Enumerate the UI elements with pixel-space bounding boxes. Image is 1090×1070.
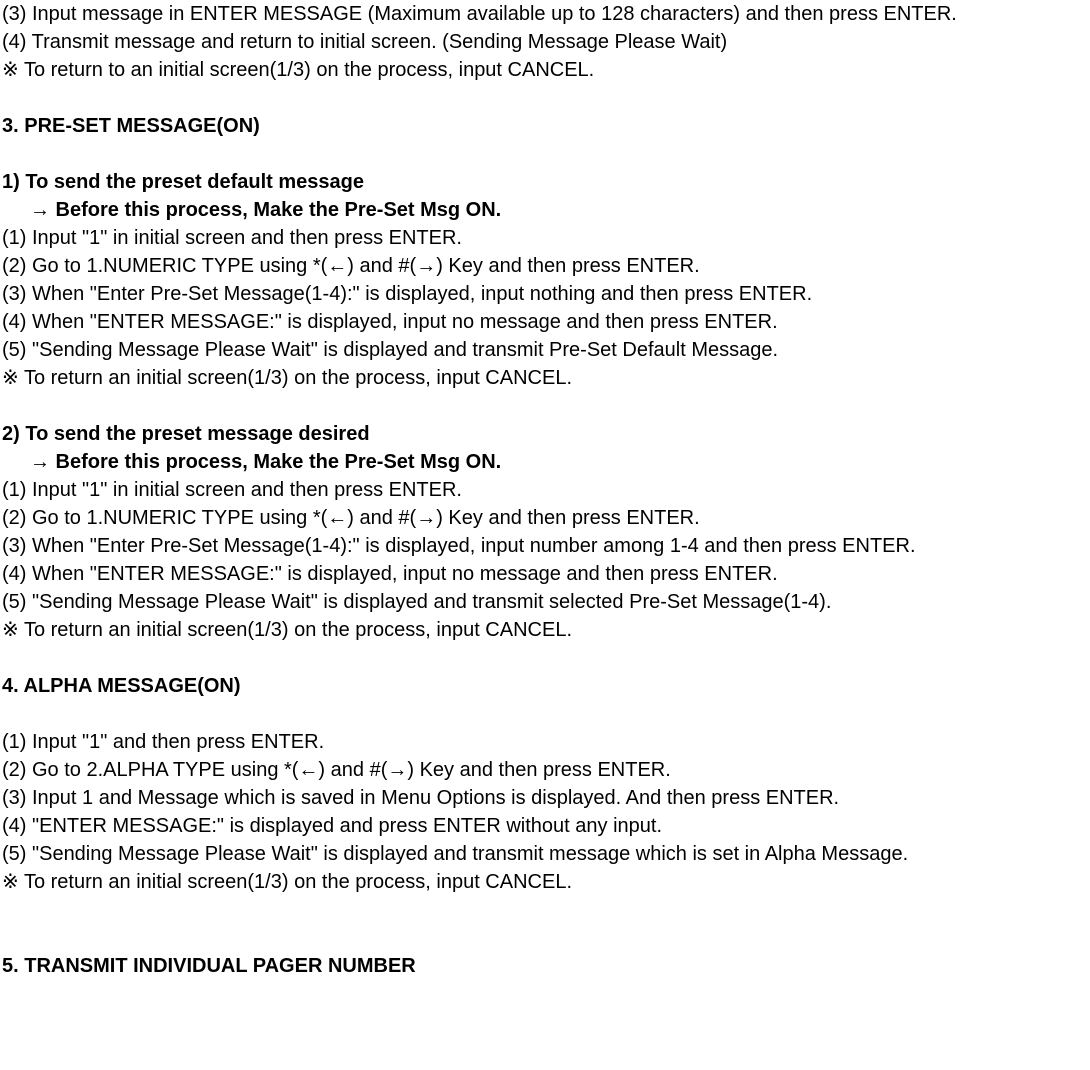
section-3-sub1-cancel-note: ※ To return an initial screen(1/3) on th… xyxy=(0,364,1090,392)
spacer xyxy=(0,392,1090,420)
section-3-sub2-step-5: (5) "Sending Message Please Wait" is dis… xyxy=(0,588,1090,616)
section-4-step-2: (2) Go to 2.ALPHA TYPE using *(←) and #(… xyxy=(0,756,1090,784)
section-3-sub1-step-5: (5) "Sending Message Please Wait" is dis… xyxy=(0,336,1090,364)
section-4-step-4: (4) "ENTER MESSAGE:" is displayed and pr… xyxy=(0,812,1090,840)
section-3-sub1-title: 1) To send the preset default message xyxy=(0,168,1090,196)
spacer xyxy=(0,924,1090,952)
section-4-heading: 4. ALPHA MESSAGE(ON) xyxy=(0,672,1090,700)
section-3-sub2-cancel-note: ※ To return an initial screen(1/3) on th… xyxy=(0,616,1090,644)
spacer xyxy=(0,140,1090,168)
section-3-sub1-step-2: (2) Go to 1.NUMERIC TYPE using *(←) and … xyxy=(0,252,1090,280)
section-3-sub2-title: 2) To send the preset message desired xyxy=(0,420,1090,448)
section-3-sub2-step-4: (4) When "ENTER MESSAGE:" is displayed, … xyxy=(0,560,1090,588)
section-3-sub1-step-3: (3) When "Enter Pre-Set Message(1-4):" i… xyxy=(0,280,1090,308)
spacer xyxy=(0,896,1090,924)
section-4-step-1: (1) Input "1" and then press ENTER. xyxy=(0,728,1090,756)
spacer xyxy=(0,644,1090,672)
document-page: (3) Input message in ENTER MESSAGE (Maxi… xyxy=(0,0,1090,1070)
section-4-step-3: (3) Input 1 and Message which is saved i… xyxy=(0,784,1090,812)
prelude-step-4: (4) Transmit message and return to initi… xyxy=(0,28,1090,56)
prelude-cancel-note: ※ To return to an initial screen(1/3) on… xyxy=(0,56,1090,84)
section-3-heading: 3. PRE-SET MESSAGE(ON) xyxy=(0,112,1090,140)
prelude-step-3: (3) Input message in ENTER MESSAGE (Maxi… xyxy=(0,0,1090,28)
section-3-sub2-step-1: (1) Input "1" in initial screen and then… xyxy=(0,476,1090,504)
section-3-sub2-note: → Before this process, Make the Pre-Set … xyxy=(0,448,1090,476)
spacer xyxy=(0,84,1090,112)
spacer xyxy=(0,700,1090,728)
section-3-sub2-step-3: (3) When "Enter Pre-Set Message(1-4):" i… xyxy=(0,532,1090,560)
section-3-sub1-step-1: (1) Input "1" in initial screen and then… xyxy=(0,224,1090,252)
section-4-step-5: (5) "Sending Message Please Wait" is dis… xyxy=(0,840,1090,868)
section-4-cancel-note: ※ To return an initial screen(1/3) on th… xyxy=(0,868,1090,896)
section-5-heading: 5. TRANSMIT INDIVIDUAL PAGER NUMBER xyxy=(0,952,1090,980)
section-3-sub1-step-4: (4) When "ENTER MESSAGE:" is displayed, … xyxy=(0,308,1090,336)
section-3-sub2-step-2: (2) Go to 1.NUMERIC TYPE using *(←) and … xyxy=(0,504,1090,532)
section-3-sub1-note: → Before this process, Make the Pre-Set … xyxy=(0,196,1090,224)
